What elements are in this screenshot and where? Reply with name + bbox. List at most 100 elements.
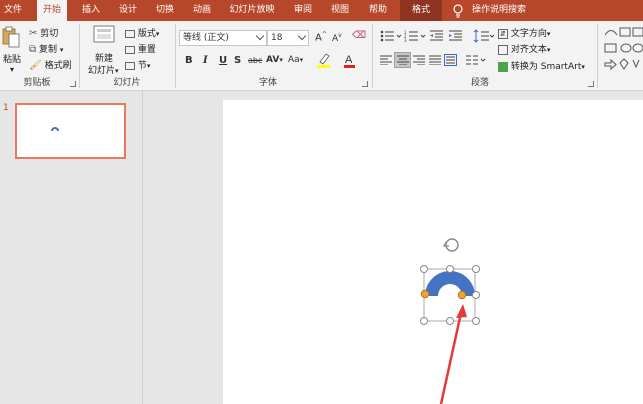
increase-indent-icon xyxy=(449,30,462,41)
tell-me-search[interactable]: 操作说明搜索 xyxy=(452,0,526,21)
red-arrow-annotation xyxy=(439,304,467,404)
grow-font-icon[interactable]: A^ xyxy=(315,31,327,43)
line-spacing-button[interactable] xyxy=(473,29,495,46)
bullets-button[interactable] xyxy=(380,30,402,45)
shrink-font-icon[interactable]: Av xyxy=(332,32,342,44)
divider xyxy=(597,24,598,88)
paragraph-group-label: 段落 xyxy=(470,78,489,88)
convert-smartart-label: 转换为 SmartArt xyxy=(510,62,582,72)
line-spacing-icon xyxy=(473,29,495,43)
block-arc-shape[interactable] xyxy=(425,271,475,296)
new-slide-icon xyxy=(93,25,115,43)
slide-canvas[interactable] xyxy=(223,100,643,404)
columns-button[interactable] xyxy=(466,54,486,69)
bullet-list-icon xyxy=(380,30,402,42)
font-name-combo[interactable]: 等线 (正文) xyxy=(179,30,267,46)
tell-me-label: 操作说明搜索 xyxy=(472,5,527,15)
tab-transitions[interactable]: 切换 xyxy=(150,0,180,21)
convert-smartart-button[interactable]: 转换为 SmartArt▾ xyxy=(498,59,585,72)
numbering-button[interactable]: 1 2 3 xyxy=(404,30,426,45)
align-center-icon xyxy=(397,55,409,66)
bold-button[interactable]: B xyxy=(185,55,193,66)
adjustment-handles[interactable] xyxy=(420,289,467,300)
tab-slideshow[interactable]: 幻灯片放映 xyxy=(226,0,278,21)
new-slide-button[interactable] xyxy=(93,25,115,46)
slide-thumbnail-pane: 1 xyxy=(0,91,143,404)
cut-button[interactable]: ✂ 剪切 xyxy=(29,26,58,39)
character-spacing-button[interactable]: AV▾ xyxy=(266,55,283,65)
decrease-indent-icon xyxy=(430,30,443,41)
chevron-down-icon[interactable] xyxy=(255,31,265,41)
increase-indent-button[interactable] xyxy=(449,30,463,45)
chevron-down-icon[interactable] xyxy=(297,31,307,41)
brush-icon: 🖌 xyxy=(29,60,42,71)
align-right-icon xyxy=(413,55,425,66)
align-text-button[interactable]: 对齐文本▾ xyxy=(498,42,550,55)
italic-button[interactable]: I xyxy=(203,55,208,66)
tab-review[interactable]: 审阅 xyxy=(288,0,318,21)
tab-home[interactable]: 开始 xyxy=(37,0,67,21)
thumbnail-arc-shape xyxy=(51,127,59,131)
tab-animations[interactable]: 动画 xyxy=(187,0,217,21)
font-color-button[interactable]: A xyxy=(343,53,357,72)
clipboard-launcher-icon[interactable] xyxy=(70,81,76,87)
text-direction-label: 文字方向 xyxy=(510,29,547,39)
decrease-indent-button[interactable] xyxy=(430,30,444,45)
format-painter-label: 格式刷 xyxy=(44,61,72,71)
strikethrough-button[interactable]: abc xyxy=(248,56,262,65)
clear-formatting-icon[interactable]: ⌫ xyxy=(352,30,366,41)
copy-button[interactable]: ⧉ 复制 ▾ xyxy=(29,42,63,55)
change-case-button[interactable]: Aa▾ xyxy=(288,55,303,65)
svg-text:3: 3 xyxy=(404,38,407,42)
align-left-button[interactable] xyxy=(380,55,392,68)
rotate-handle-icon[interactable] xyxy=(443,238,459,252)
text-direction-button[interactable]: ⇵ 文字方向▾ xyxy=(498,26,550,39)
tab-view[interactable]: 视图 xyxy=(325,0,355,21)
divider xyxy=(372,24,373,88)
tab-design[interactable]: 设计 xyxy=(113,0,143,21)
format-painter-button[interactable]: 🖌 格式刷 xyxy=(29,58,72,71)
font-launcher-icon[interactable] xyxy=(362,81,368,87)
paste-label[interactable]: 粘贴 xyxy=(3,52,21,65)
paste-dropdown-icon[interactable]: ▾ xyxy=(10,65,14,74)
align-left-icon xyxy=(380,55,392,66)
tab-help[interactable]: 帮助 xyxy=(363,0,393,21)
highlighter-icon xyxy=(317,53,330,68)
shapes-gallery[interactable] xyxy=(603,25,643,80)
clipboard-group-label: 剪贴板 xyxy=(23,78,51,88)
layout-icon xyxy=(125,29,135,38)
text-shadow-button[interactable]: S xyxy=(234,55,241,66)
copy-label: 复制 xyxy=(39,45,58,55)
underline-button[interactable]: U xyxy=(219,55,227,66)
highlight-color-button[interactable] xyxy=(316,52,332,71)
lightbulb-icon xyxy=(453,4,463,18)
align-text-label: 对齐文本 xyxy=(510,45,547,55)
tab-file[interactable]: 文件 xyxy=(0,0,26,21)
align-center-button[interactable] xyxy=(394,52,411,68)
justify-icon xyxy=(429,55,441,66)
justify-button[interactable] xyxy=(429,55,441,68)
slide-content xyxy=(420,238,480,404)
tab-format[interactable]: 格式 xyxy=(400,0,442,21)
font-group-label: 字体 xyxy=(258,78,277,88)
distributed-button[interactable] xyxy=(444,54,457,69)
svg-text:A: A xyxy=(345,54,353,66)
tab-insert[interactable]: 插入 xyxy=(76,0,106,21)
align-right-button[interactable] xyxy=(413,55,425,68)
divider xyxy=(175,24,176,88)
layout-button[interactable]: 版式▾ xyxy=(125,26,159,39)
text-direction-icon: ⇵ xyxy=(498,28,508,39)
font-name-value: 等线 (正文) xyxy=(183,33,229,43)
slides-group-label: 幻灯片 xyxy=(113,78,141,88)
divider xyxy=(79,24,80,88)
reset-button[interactable]: 重置 xyxy=(125,42,156,55)
section-button[interactable]: 节▾ xyxy=(125,58,150,71)
distributed-icon xyxy=(444,54,457,66)
reset-label: 重置 xyxy=(137,45,156,55)
paragraph-launcher-icon[interactable] xyxy=(588,81,594,87)
font-size-combo[interactable]: 18 xyxy=(267,30,309,46)
shapes-gallery-icon xyxy=(604,27,643,71)
copy-icon: ⧉ xyxy=(29,44,37,55)
paste-button[interactable] xyxy=(2,26,20,51)
slide-thumbnail[interactable] xyxy=(15,103,126,159)
